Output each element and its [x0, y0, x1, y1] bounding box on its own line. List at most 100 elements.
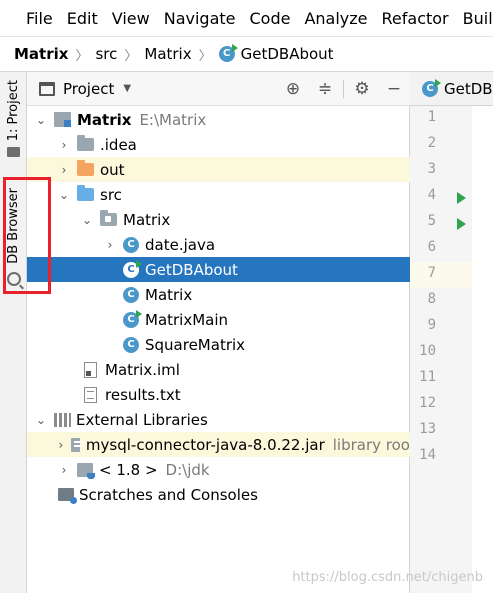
- tree-row-getdbabout[interactable]: GetDBAbout: [27, 257, 410, 282]
- tree-row-project-root[interactable]: ⌄ Matrix E:\Matrix: [27, 107, 410, 132]
- chevron-down-icon[interactable]: ⌄: [80, 213, 94, 227]
- breadcrumb-src[interactable]: src: [95, 45, 117, 63]
- breadcrumb: Matrix 〉 src 〉 Matrix 〉 GetDBAbout: [0, 37, 493, 72]
- menu-refactor[interactable]: Refactor: [382, 9, 449, 28]
- locate-file-icon[interactable]: ⊕: [277, 79, 309, 99]
- class-icon: [123, 286, 139, 303]
- tree-label: Matrix.iml: [105, 360, 180, 379]
- tree-row-mysql-connector[interactable]: › mysql-connector-java-8.0.22.jar librar…: [27, 432, 410, 457]
- line-number: 13: [419, 421, 436, 437]
- tree-label: Matrix: [145, 285, 193, 304]
- project-window-icon: [39, 81, 55, 96]
- chevron-down-icon[interactable]: ⌄: [57, 188, 71, 202]
- tree-row-external-libraries[interactable]: ⌄ External Libraries: [27, 407, 410, 432]
- db-browser-highlight-box: [3, 177, 51, 294]
- tree-label: SquareMatrix: [145, 335, 246, 354]
- menu-build[interactable]: Build: [463, 9, 493, 28]
- menu-edit[interactable]: Edit: [67, 9, 98, 28]
- left-tool-strip: 1: Project DB Browser: [0, 72, 27, 593]
- line-number: 12: [419, 395, 436, 411]
- menu-analyze[interactable]: Analyze: [304, 9, 367, 28]
- tree-detail: library roo: [332, 435, 410, 454]
- breadcrumb-package[interactable]: Matrix: [144, 45, 191, 63]
- tree-label: src: [100, 185, 122, 204]
- chevron-down-icon[interactable]: ⌄: [34, 413, 48, 427]
- line-number: 6: [427, 239, 436, 255]
- toolbar-divider: [343, 80, 344, 98]
- class-icon: [123, 236, 139, 253]
- tree-row-scratches[interactable]: Scratches and Consoles: [27, 482, 410, 507]
- line-number: 2: [427, 135, 436, 151]
- project-view-selector[interactable]: Project: [63, 80, 114, 98]
- tree-row-idea[interactable]: › .idea: [27, 132, 410, 157]
- tree-row-out[interactable]: › out: [27, 157, 410, 182]
- tree-row-date-java[interactable]: › date.java: [27, 232, 410, 257]
- tree-row-jdk[interactable]: › < 1.8 > D:\jdk: [27, 457, 410, 482]
- menu-navigate[interactable]: Navigate: [164, 9, 236, 28]
- tree-row-results-txt[interactable]: results.txt: [27, 382, 410, 407]
- project-panel-header: Project ▼ ⊕ ≑ ⚙ −: [27, 72, 410, 106]
- line-number: 5: [427, 213, 436, 229]
- menu-code[interactable]: Code: [250, 9, 291, 28]
- chevron-down-icon[interactable]: ▼: [123, 83, 131, 94]
- tree-label: Matrix: [123, 210, 171, 229]
- line-number: 14: [419, 447, 436, 463]
- panel-toolbar: ⊕ ≑ ⚙ −: [277, 72, 410, 106]
- jdk-icon: [77, 462, 95, 479]
- tree-label: External Libraries: [76, 410, 208, 429]
- runnable-class-icon: [123, 309, 142, 328]
- tree-label: mysql-connector-java-8.0.22.jar: [85, 435, 325, 454]
- line-number: 10: [419, 343, 436, 359]
- tree-row-package-matrix[interactable]: ⌄ Matrix: [27, 207, 410, 232]
- editor-pane: GetDBAbout 1 2 3 4 5 6 7 8 9 10 11 12 13…: [410, 72, 493, 593]
- editor-tab-bar: GetDBAbout: [410, 72, 493, 106]
- line-number: 1: [427, 109, 436, 125]
- tree-label: GetDBAbout: [145, 260, 238, 279]
- menu-view[interactable]: View: [112, 9, 150, 28]
- project-tool-tab-label: 1: Project: [6, 80, 21, 142]
- run-gutter-icon[interactable]: [457, 192, 466, 204]
- menu-bar: File Edit View Navigate Code Analyze Ref…: [0, 0, 493, 37]
- project-tool-tab[interactable]: 1: Project: [0, 80, 27, 158]
- project-panel: Project ▼ ⊕ ≑ ⚙ − ⌄ Matrix E:\Matrix › .…: [27, 72, 410, 593]
- tree-row-matrix-iml[interactable]: Matrix.iml: [27, 357, 410, 382]
- module-icon: [54, 112, 71, 127]
- editor-tab-getdbabout[interactable]: GetDBAbout: [422, 78, 493, 98]
- chevron-right-icon[interactable]: ›: [57, 463, 71, 477]
- tree-row-matrix-class[interactable]: Matrix: [27, 282, 410, 307]
- tree-row-squarematrix[interactable]: SquareMatrix: [27, 332, 410, 357]
- class-icon: [123, 336, 139, 353]
- run-gutter-icon[interactable]: [457, 218, 466, 230]
- source-folder-icon: [77, 185, 94, 201]
- tree-label: MatrixMain: [145, 310, 229, 329]
- gear-icon[interactable]: ⚙: [346, 79, 378, 99]
- chevron-down-icon[interactable]: ⌄: [34, 113, 48, 127]
- tree-row-src[interactable]: ⌄ src: [27, 182, 410, 207]
- breadcrumb-project[interactable]: Matrix: [14, 45, 68, 63]
- tree-label: < 1.8 >: [99, 460, 158, 479]
- tree-label: Scratches and Consoles: [79, 485, 258, 504]
- folder-icon: [77, 135, 94, 151]
- hide-panel-icon[interactable]: −: [378, 79, 410, 99]
- chevron-right-icon[interactable]: ›: [57, 138, 71, 152]
- tree-path: D:\jdk: [165, 460, 210, 479]
- code-area[interactable]: [472, 106, 493, 593]
- line-number: 7: [427, 265, 436, 281]
- chevron-right-icon[interactable]: ›: [103, 238, 117, 252]
- breadcrumb-class[interactable]: GetDBAbout: [241, 45, 334, 63]
- chevron-right-icon[interactable]: ›: [57, 163, 71, 177]
- runnable-class-icon: [123, 259, 142, 278]
- line-number: 3: [427, 161, 436, 177]
- chevron-right-icon[interactable]: ›: [57, 438, 65, 452]
- breadcrumb-separator-icon: 〉: [75, 48, 89, 64]
- breadcrumb-separator-icon: 〉: [124, 48, 138, 64]
- tree-label: Matrix: [77, 110, 132, 129]
- tree-path: E:\Matrix: [139, 110, 207, 129]
- jar-icon: [70, 437, 84, 452]
- package-icon: [100, 210, 117, 226]
- collapse-all-icon[interactable]: ≑: [309, 79, 341, 99]
- menu-file[interactable]: File: [26, 9, 53, 28]
- tree-row-matrixmain[interactable]: MatrixMain: [27, 307, 410, 332]
- tree-label: .idea: [100, 135, 137, 154]
- line-number: 4: [427, 187, 436, 203]
